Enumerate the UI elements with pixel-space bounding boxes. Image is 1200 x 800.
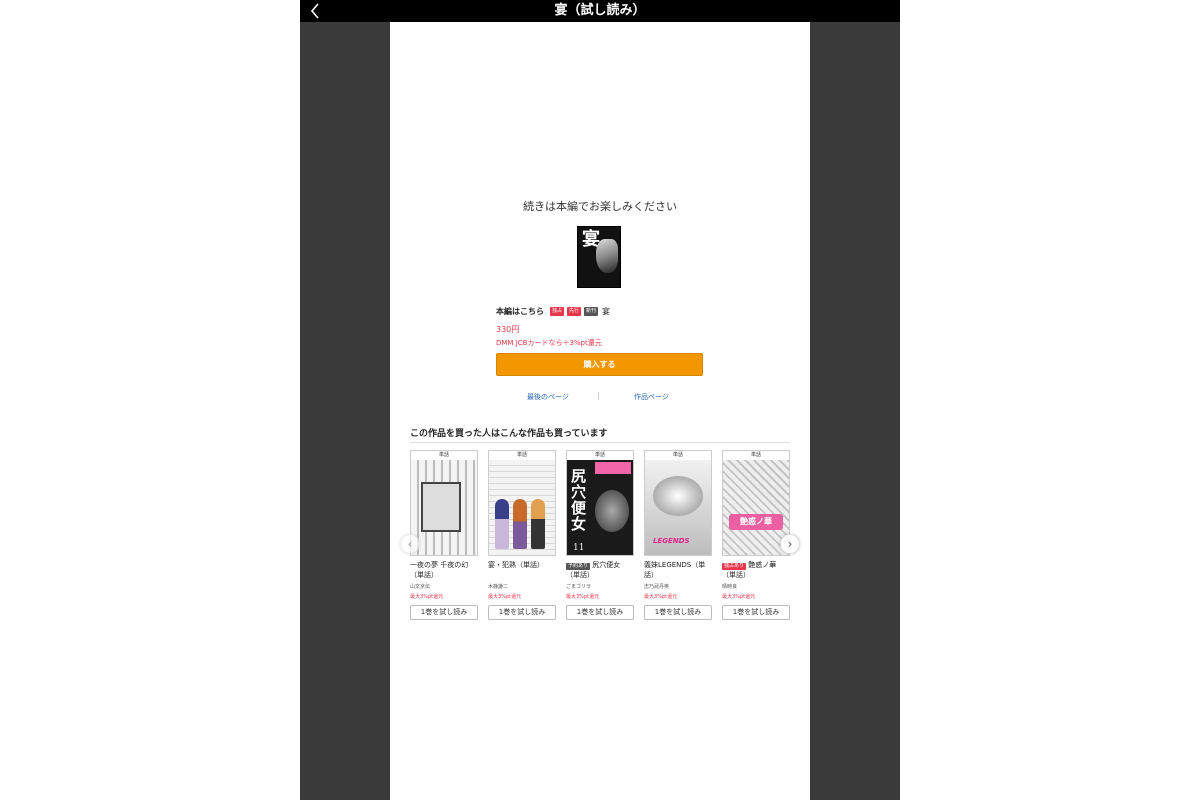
trial-read-button[interactable]: 1巻を試し読み [566, 605, 634, 620]
trial-read-button[interactable]: 1巻を試し読み [722, 605, 790, 620]
viewer-topbar: 宴（試し読み） [300, 0, 900, 22]
main-work-title[interactable]: 宴 [602, 306, 610, 317]
character-figure [513, 499, 527, 549]
card-title-text: 宴・犯熟（単話） [488, 561, 544, 569]
cover-title: 尻穴便女 [571, 467, 587, 533]
cover-art: 艶惑ノ華 [723, 460, 789, 555]
recommend-card[interactable]: 単話 艶惑ノ華 独占あり 艶惑ノ華（単話） 晴時良 最大3%pt還元 1巻を試し… [722, 450, 790, 620]
card-author[interactable]: 晴時良 [722, 584, 790, 591]
exclusive-badge: 独占あり [722, 563, 747, 570]
recommend-heading: この作品を買った人はこんな作品も買っています [410, 429, 608, 439]
trial-read-button[interactable]: 1巻を試し読み [410, 605, 478, 620]
chevron-right-icon: › [787, 537, 793, 551]
recommend-carousel: ‹ › 単話 一夜の夢 千夜の幻（単話） 山文京伝 最大3%pt還元 1巻を試し… [400, 450, 800, 630]
exclusive-badge: 独占 [550, 307, 565, 316]
card-title[interactable]: 義妹LEGENDS（単話） [644, 560, 712, 580]
card-title[interactable]: 独占あり 艶惑ノ華（単話） [722, 560, 790, 580]
cover-art: 尻穴便女 11 [567, 460, 633, 555]
cover-art: LEGENDS [645, 460, 711, 555]
work-page-link[interactable]: 作品ページ [634, 392, 669, 402]
divider [410, 442, 790, 443]
card-title-text: 義妹LEGENDS（単話） [644, 561, 706, 579]
recommend-card[interactable]: 単話 一夜の夢 千夜の幻（単話） 山文京伝 最大3%pt還元 1巻を試し読み [410, 450, 478, 620]
book-cover[interactable]: 宴 [577, 226, 621, 288]
last-page-link[interactable]: 最後のページ [527, 392, 569, 402]
card-author[interactable]: ごまゴリラ [566, 584, 634, 591]
card-title[interactable]: 一夜の夢 千夜の幻（単話） [410, 560, 478, 580]
card-title[interactable]: 予約あり 尻穴便女（単話） [566, 560, 634, 580]
card-thumbnail[interactable]: 単話 [488, 450, 556, 556]
price: 330円 [496, 325, 520, 334]
recommend-card[interactable]: 単話 尻穴便女 11 予約あり 尻穴便女（単話） ごまゴリラ 最大3%pt還元 … [566, 450, 634, 620]
cover-logo: 艶惑ノ華 [729, 514, 783, 530]
card-author[interactable]: 木静謙二 [488, 584, 556, 591]
trial-end-page: 続きは本編でお楽しみください 宴 本編はこちら 独占 先行 新刊 宴 330円 … [390, 22, 810, 800]
cover-art [489, 460, 555, 555]
viewer-frame: 宴（試し読み） 続きは本編でお楽しみください 宴 本編はこちら 独占 先行 新刊… [300, 0, 900, 800]
new-badge: 新刊 [584, 307, 599, 316]
card-point: 最大3%pt還元 [644, 594, 678, 600]
main-work-row: 本編はこちら 独占 先行 新刊 宴 [496, 306, 610, 317]
link-divider [598, 392, 599, 400]
carousel-prev-button[interactable]: ‹ [400, 534, 420, 554]
card-tag: 単話 [567, 451, 633, 460]
card-tag: 単話 [489, 451, 555, 460]
card-thumbnail[interactable]: 単話 尻穴便女 11 [566, 450, 634, 556]
trial-read-button[interactable]: 1巻を試し読み [488, 605, 556, 620]
card-title-text: 一夜の夢 千夜の幻（単話） [410, 561, 469, 579]
card-point: 最大3%pt還元 [722, 594, 756, 600]
character-figure [495, 499, 509, 549]
character-figure [531, 499, 545, 549]
preorder-badge: 予約あり [566, 563, 591, 570]
cover-illustration [595, 490, 629, 532]
cover-logo: LEGENDS [653, 537, 690, 545]
early-badge: 先行 [567, 307, 582, 316]
card-point: 最大3%pt還元 [488, 594, 522, 600]
cover-banner [595, 462, 631, 474]
point-promo: DMM JCBカードなら＋3%pt還元 [496, 339, 602, 347]
card-point: 最大3%pt還元 [566, 594, 600, 600]
buy-button[interactable]: 購入する [496, 353, 703, 376]
card-title[interactable]: 宴・犯熟（単話） [488, 560, 556, 580]
card-tag: 単話 [411, 451, 477, 460]
card-tag: 単話 [645, 451, 711, 460]
card-author[interactable]: 志乃武丹英 [644, 584, 712, 591]
continue-message: 続きは本編でお楽しみください [523, 200, 677, 213]
carousel-next-button[interactable]: › [780, 534, 800, 554]
volume-number: 11 [573, 543, 585, 553]
cover-illustration [596, 239, 618, 273]
recommend-card[interactable]: 単話 LEGENDS 義妹LEGENDS（単話） 志乃武丹英 最大3%pt還元 … [644, 450, 712, 620]
card-author[interactable]: 山文京伝 [410, 584, 478, 591]
card-thumbnail[interactable]: 単話 LEGENDS [644, 450, 712, 556]
cover-art [411, 460, 477, 555]
card-thumbnail[interactable]: 単話 [410, 450, 478, 556]
card-tag: 単話 [723, 451, 789, 460]
chevron-left-icon: ‹ [407, 537, 413, 551]
card-point: 最大3%pt還元 [410, 594, 444, 600]
viewer-title: 宴（試し読み） [554, 3, 646, 18]
recommend-card[interactable]: 単話 宴・犯熟（単話） 木静謙二 最大3%pt還元 1巻を試し読み [488, 450, 556, 620]
trial-read-button[interactable]: 1巻を試し読み [644, 605, 712, 620]
main-work-label: 本編はこちら [496, 307, 544, 316]
cover-illustration [653, 476, 703, 516]
